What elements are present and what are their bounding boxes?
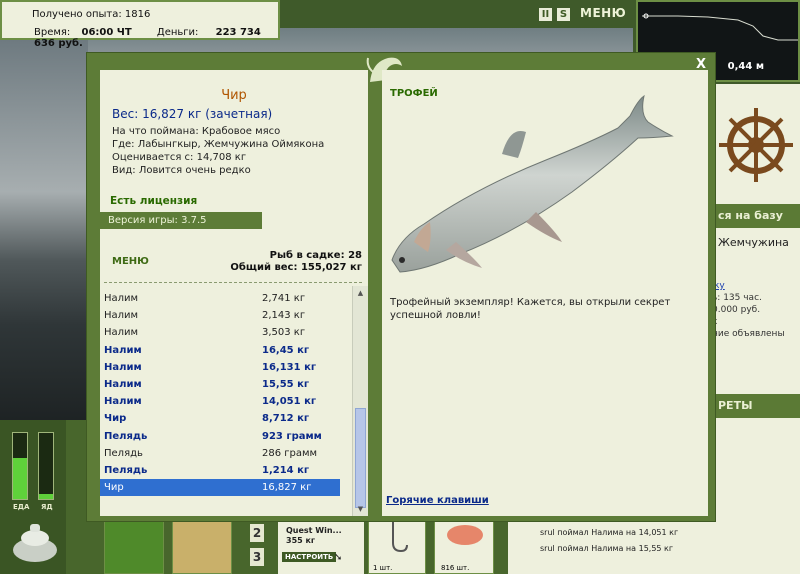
catch-fish-name: Налим [104,396,142,408]
shrimp-icon [447,525,483,545]
divider [104,282,362,283]
trophy-text: Трофейный экземпляр! Кажется, вы открыли… [390,297,671,321]
catch-row[interactable]: Чир 8,712 кг [100,410,340,427]
fish-weight: Вес: 16,827 кг (зачетная) [112,107,273,121]
catch-row[interactable]: Налим 15,55 кг [100,376,340,393]
catch-fish-weight: 286 грамм [262,447,318,459]
catch-fish-weight: 14,051 кг [262,396,317,408]
catch-row[interactable]: Налим 3,503 кг [100,324,340,341]
catch-row[interactable]: Налим 16,131 кг [100,359,340,376]
fish-bait: На что поймана: Крабовое мясо [112,126,281,137]
scroll-thumb[interactable] [355,408,366,508]
fish-image [391,94,674,273]
catch-row[interactable]: Налим 16,45 кг [100,342,340,359]
catch-fish-weight: 16,131 кг [262,361,317,373]
slot-number-3[interactable]: 3 [250,548,264,566]
food-gauge [12,432,28,500]
arrow-icon: ➘ [334,552,343,563]
feed-line: srul поймал Налима на 15,55 кг [540,544,674,553]
catch-fish-name: Налим [104,327,139,339]
catch-fish-weight: 16,45 кг [262,344,310,356]
quest-panel: Quest Win... 355 кг НАСТРОИТЬ ➘ [278,522,364,574]
catch-fish-name: Пелядь [104,465,148,476]
secrets-button[interactable]: РЕТЫ [712,394,800,418]
license-status: Есть лицензия [110,195,198,207]
catch-row[interactable]: Налим 14,051 кг [100,393,340,410]
game-version: Версия игры: 3.7.5 [100,212,262,229]
experience-line: Получено опыта: 1816 [32,9,151,20]
catch-fish-weight: 2,143 кг [262,310,306,322]
hotkeys-link[interactable]: Горячие клавиши [386,495,489,506]
catch-fish-weight: 1,214 кг [262,465,310,476]
catch-fish-name: Налим [104,361,142,373]
catch-fish-weight: 923 грамм [262,430,322,442]
hook-icon [392,521,408,553]
keepnet-count: Рыб в садке: 28 [269,250,362,261]
keepnet-menu-button[interactable]: МЕНЮ [112,256,149,267]
configure-button[interactable]: НАСТРОИТЬ [282,552,337,562]
bucket-slot[interactable] [172,516,232,574]
fish-kind: Вид: Ловится очень редко [112,165,251,176]
scroll-up-icon[interactable]: ▲ [355,288,366,298]
fish-value: Оценивается с: 14,708 кг [112,152,247,163]
drink-label: ЯД [41,503,53,511]
s-button[interactable]: S [557,8,570,21]
fish-name: Чир [221,88,247,103]
catch-fish-weight: 15,55 кг [262,379,310,390]
catch-list[interactable]: Налим 2,741 кг Налим 2,143 кг Налим 3,503 кг Н… [100,286,352,516]
catch-fish-name: Чир [104,413,127,425]
go-to-base-button[interactable]: ся на базу [712,204,800,228]
catch-list-scrollbar[interactable]: ▲ ▼ [352,286,368,516]
time-money-line: Время: 06:00 ЧТ Деньги: 223 734 636 руб. [34,27,261,49]
pause-button[interactable]: II [539,8,552,21]
top-menu-button[interactable]: МЕНЮ [580,6,626,20]
catch-fish-name: Налим [104,293,139,304]
drink-gauge [38,432,54,500]
pot-icon[interactable] [10,516,60,564]
fish-place: Где: Лабынгкыр, Жемчужина Оймякона [112,139,325,150]
hook-slot[interactable]: 1 шт. [368,516,426,574]
catch-fish-name: Пелядь [104,430,148,442]
bait-slot[interactable]: 816 шт. [434,516,494,574]
scroll-down-icon[interactable]: ▼ [355,504,366,514]
place-text: Жемчужина [718,236,789,249]
catch-row[interactable]: Пелядь 1,214 кг [100,462,340,479]
catch-fish-weight: 2,741 кг [262,293,306,304]
time-value: 06:00 ЧТ [81,27,132,38]
catch-row[interactable]: Налим 2,741 кг [100,290,340,307]
basket-slot[interactable] [104,516,164,574]
catch-row[interactable]: Пелядь 923 грамм [100,428,340,445]
catch-fish-weight: 8,712 кг [262,413,310,425]
catch-row[interactable]: Чир 16,827 кг [100,479,340,497]
catch-fish-name: Пелядь [104,447,143,459]
catch-fish-weight: 16,827 кг [262,482,312,494]
catch-row[interactable]: Налим 2,143 кг [100,307,340,324]
keepnet-total: Общий вес: 155,027 кг [230,262,362,273]
lake-scene [0,40,90,420]
status-panel: Получено опыта: 1816 Время: 06:00 ЧТ Ден… [0,0,280,49]
place-info: ку ь: 135 час. 0.000 руб. х ние объявлен… [712,281,785,339]
feed-line: srul поймал Налима на 14,051 кг [540,528,679,537]
catch-fish-name: Налим [104,379,142,390]
catch-fish-weight: 3,503 кг [262,327,306,339]
depth-value: 0,44 м [727,61,764,72]
catch-fish-name: Налим [104,344,142,356]
catch-row[interactable]: Пелядь 286 грамм [100,445,340,462]
catch-fish-name: Налим [104,310,139,322]
ship-wheel-icon[interactable] [712,100,800,190]
food-label: ЕДА [13,503,30,511]
slot-number-2[interactable]: 2 [250,524,264,542]
catch-fish-name: Чир [104,482,124,494]
